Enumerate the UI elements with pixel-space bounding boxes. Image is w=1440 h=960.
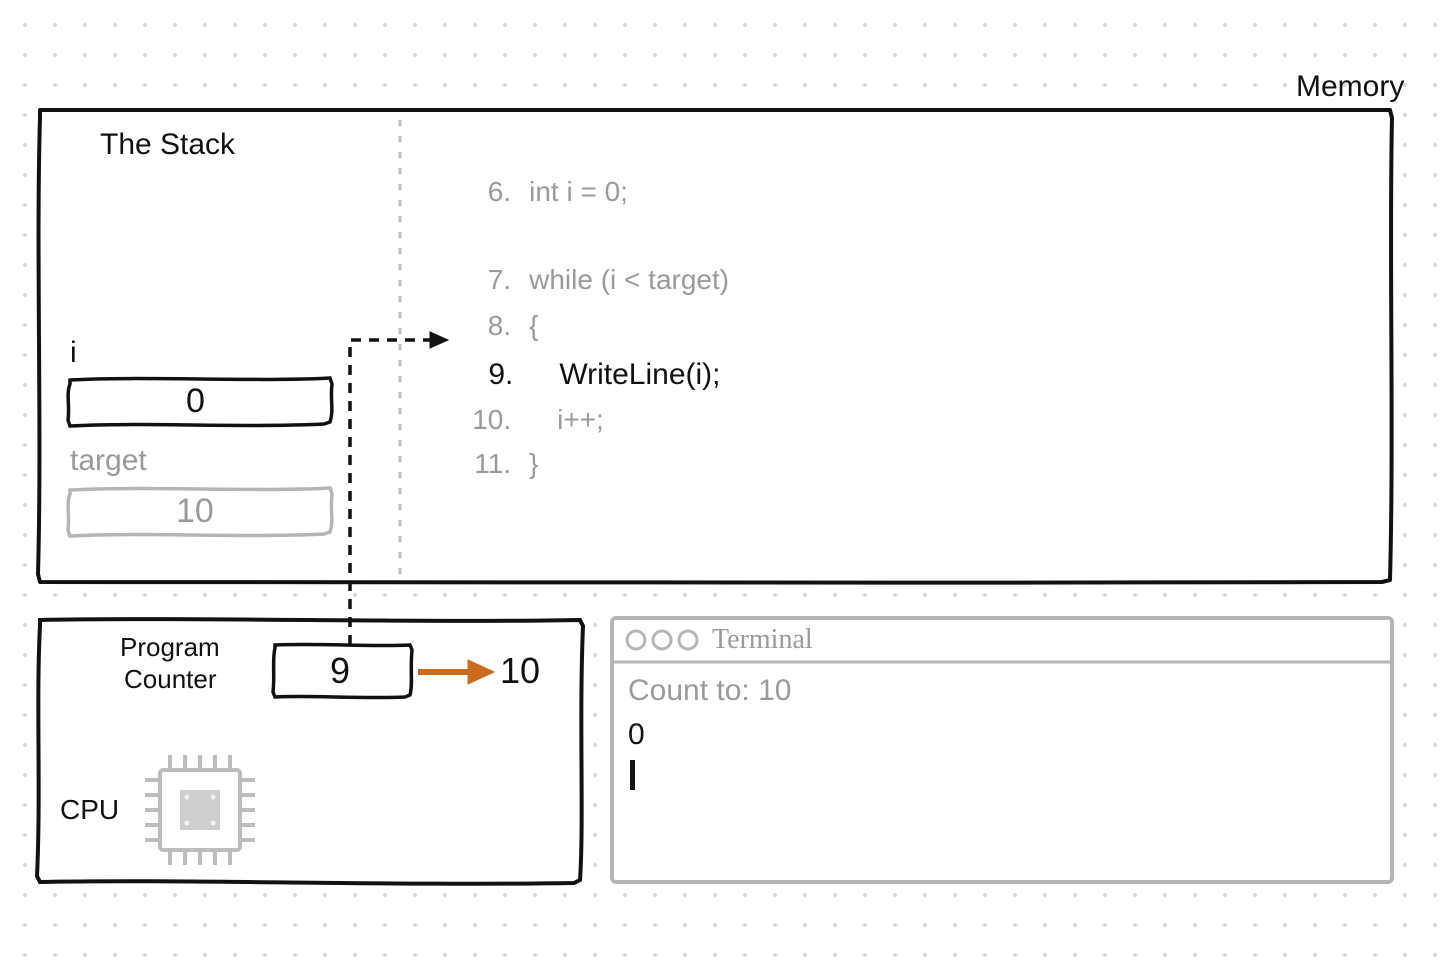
- terminal-window: [612, 618, 1392, 882]
- pc-label-1: Program: [120, 632, 220, 663]
- diagram-layer: Memory The Stack i 0 target 10 6.int i =…: [0, 0, 1440, 960]
- memory-title: Memory: [1296, 70, 1404, 104]
- stack-var-value-target: 10: [176, 492, 214, 531]
- pc-value: 9: [330, 650, 350, 692]
- terminal-prompt: Count to: 10: [628, 674, 791, 708]
- stack-title: The Stack: [100, 128, 235, 162]
- terminal-output-0: 0: [628, 718, 645, 752]
- code-line-6: 6.int i = 0;: [420, 144, 628, 240]
- stack-var-value-i: 0: [186, 382, 205, 421]
- cpu-title: CPU: [60, 794, 119, 826]
- stack-var-name-target: target: [70, 444, 147, 478]
- terminal-cursor-icon: [630, 760, 635, 790]
- pc-next-value: 10: [500, 650, 540, 692]
- pc-label-2: Counter: [124, 664, 217, 695]
- terminal-title: Terminal: [712, 624, 813, 656]
- code-line-11: 11.}: [420, 416, 538, 512]
- cpu-chip-icon: [145, 755, 255, 865]
- stack-var-name-i: i: [70, 336, 77, 370]
